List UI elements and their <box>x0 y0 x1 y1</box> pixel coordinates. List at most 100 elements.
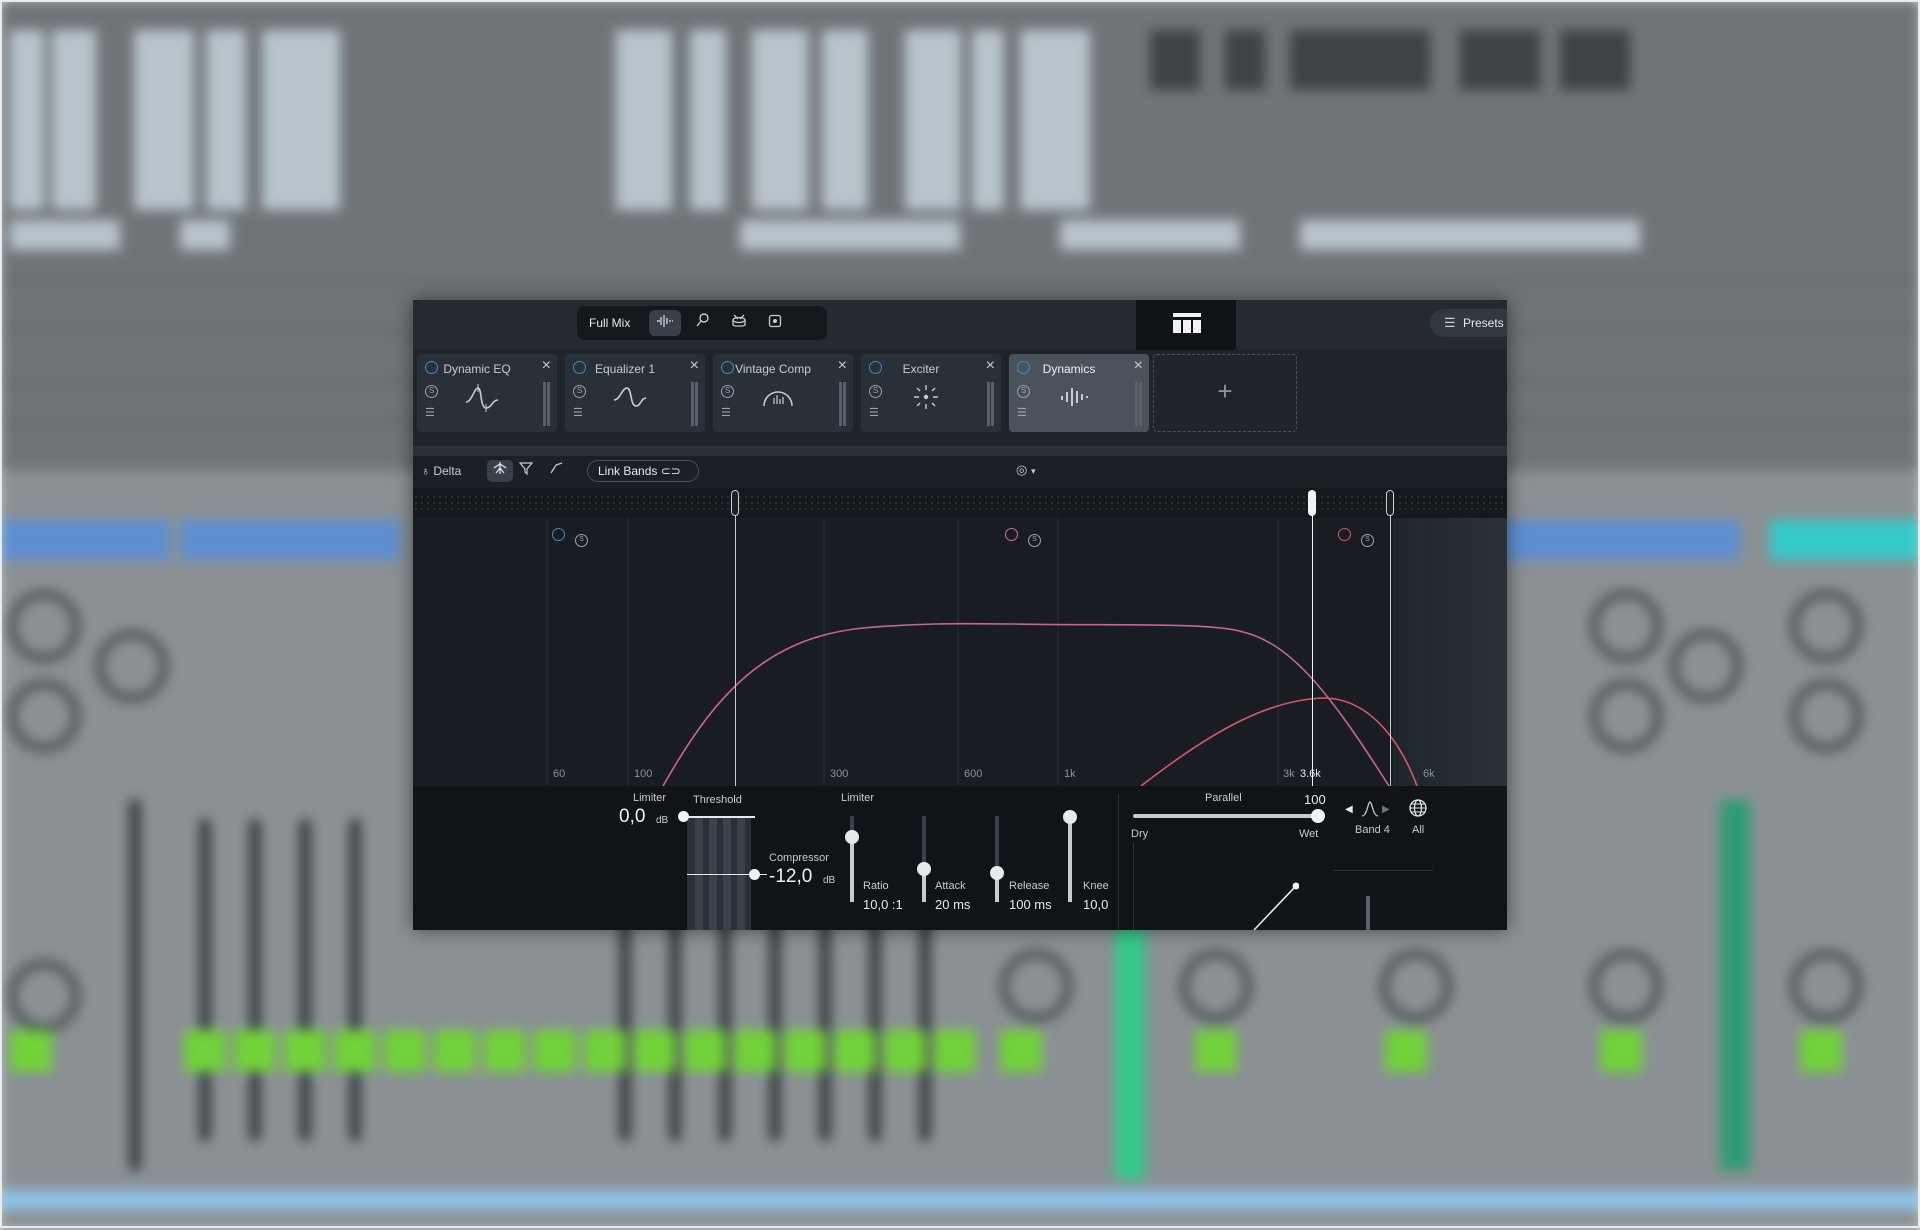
solo-icon[interactable]: S <box>575 534 588 547</box>
close-icon[interactable]: × <box>838 357 847 375</box>
compressor-value[interactable]: -12,0 <box>769 866 812 888</box>
filter-tool-icon <box>518 462 534 476</box>
band-1-controls: S <box>552 528 598 547</box>
vocal-mode-button[interactable] <box>687 310 719 336</box>
wet-label: Wet <box>1299 828 1319 840</box>
parallel-label: Parallel <box>1205 792 1242 804</box>
crossover-handle[interactable] <box>731 490 739 516</box>
ratio-slider[interactable] <box>845 816 859 902</box>
stereo-link-icon: ◎ <box>1016 462 1028 477</box>
draw-tool-button[interactable] <box>513 460 539 482</box>
list-icon[interactable]: ☰ <box>721 407 733 419</box>
limiter-value[interactable]: 0,0 <box>619 806 645 828</box>
freq-label: 60 <box>553 768 566 780</box>
module-dynamics[interactable]: S ☰ Dynamics × <box>1009 354 1149 432</box>
divider <box>413 446 1507 456</box>
dynamics-icon <box>1061 388 1088 406</box>
select-tool-button[interactable] <box>487 460 513 482</box>
limiter-threshold-handle[interactable] <box>678 811 689 822</box>
power-icon[interactable] <box>1338 528 1351 541</box>
list-icon[interactable]: ☰ <box>425 407 437 419</box>
link-bands-label: Link Bands <box>598 464 658 478</box>
list-icon[interactable]: ☰ <box>1017 407 1029 419</box>
delta-label: Delta <box>433 464 462 478</box>
link-icon: ⊂⊃ <box>660 464 681 478</box>
parallel-slider[interactable] <box>1133 809 1325 823</box>
module-view-toggle[interactable] <box>1136 300 1236 350</box>
eq-curve-graph <box>546 518 1419 786</box>
stereo-mode-dropdown[interactable]: ◎ ▾ <box>1016 462 1036 478</box>
band-label: Band 4 <box>1355 824 1390 836</box>
solo-icon[interactable]: S <box>1028 534 1041 547</box>
module-meter <box>1135 382 1143 426</box>
knee-value: 10,0 <box>1083 897 1109 912</box>
panel-divider <box>1118 794 1119 930</box>
module-meter <box>691 382 699 426</box>
crossover-handle[interactable] <box>1386 490 1394 516</box>
meter-divider <box>1333 870 1433 871</box>
freq-label: 1k <box>1064 768 1076 780</box>
next-band-icon[interactable]: ▶ <box>1382 804 1390 815</box>
list-icon[interactable]: ☰ <box>573 407 585 419</box>
module-equalizer-1[interactable]: S ☰ Equalizer 1 × <box>565 354 705 432</box>
instrument-icon <box>768 314 782 328</box>
slope-tool-button[interactable] <box>543 460 569 482</box>
release-slider[interactable] <box>990 816 1004 902</box>
power-icon[interactable] <box>552 528 565 541</box>
close-icon[interactable]: × <box>1134 357 1143 375</box>
ratio-label: Ratio <box>863 880 889 892</box>
globe-icon[interactable] <box>1408 798 1428 818</box>
slope-tool-icon <box>550 462 563 474</box>
module-name: Exciter <box>902 362 940 376</box>
attack-slider[interactable] <box>917 816 931 902</box>
parallel-slider-thumb[interactable] <box>1311 809 1325 823</box>
knee-slider[interactable] <box>1063 810 1077 902</box>
band-curve-red <box>1140 697 1418 786</box>
close-icon[interactable]: × <box>690 357 699 375</box>
previous-band-icon[interactable]: ◀ <box>1345 804 1353 815</box>
crossover-line <box>1390 500 1391 786</box>
freq-label: 300 <box>830 768 849 780</box>
freq-label: 600 <box>964 768 983 780</box>
module-name: Dynamics <box>1042 362 1096 376</box>
release-label: Release <box>1009 880 1050 892</box>
drum-icon <box>732 314 746 327</box>
close-icon[interactable]: × <box>986 357 995 375</box>
solo-icon[interactable]: S <box>869 385 882 398</box>
waveform-mode-button[interactable] <box>649 310 681 336</box>
module-name: Dynamic EQ <box>443 362 511 376</box>
solo-icon[interactable]: S <box>721 385 734 398</box>
delta-button[interactable]: ♁ Delta <box>421 464 461 478</box>
threshold-meter <box>687 816 751 930</box>
ear-icon: ♁ <box>421 464 430 478</box>
solo-icon[interactable]: S <box>573 385 586 398</box>
limiter-label: Limiter <box>633 792 667 804</box>
list-icon[interactable]: ☰ <box>869 407 881 419</box>
plugin-topbar: Full Mix ☰ Presets <box>413 300 1507 350</box>
chevron-down-icon: ▾ <box>1030 466 1036 476</box>
drums-mode-button[interactable] <box>723 310 755 336</box>
crossover-bar <box>413 488 1507 518</box>
freq-label: 3k <box>1283 768 1295 780</box>
solo-icon[interactable]: S <box>1017 385 1030 398</box>
eq-display: S S S 60 100 300 600 1k 3k 3.6k 6k <box>413 518 1507 786</box>
microphone-icon <box>696 313 709 327</box>
instrument-mode-button[interactable] <box>759 310 791 336</box>
presets-button[interactable]: ☰ Presets <box>1430 309 1507 337</box>
module-vintage-comp[interactable]: S ☰ Vintage Comp × <box>713 354 853 432</box>
power-icon[interactable] <box>1005 528 1018 541</box>
solo-icon[interactable]: S <box>1361 534 1374 547</box>
compressor-threshold-handle[interactable] <box>749 869 760 880</box>
module-exciter[interactable]: S ☰ Exciter × <box>861 354 1001 432</box>
solo-icon[interactable]: S <box>425 385 438 398</box>
link-bands-button[interactable]: Link Bands ⊂⊃ <box>587 460 699 482</box>
knee-label: Knee <box>1083 880 1109 892</box>
limiter-section-label: Limiter <box>841 792 875 804</box>
threshold-label: Threshold <box>693 794 742 806</box>
close-icon[interactable]: × <box>542 357 551 375</box>
add-module-button[interactable]: + <box>1153 354 1297 432</box>
module-dynamic-eq[interactable]: S ☰ Dynamic EQ × <box>417 354 557 432</box>
crossover-handle-selected[interactable] <box>1308 490 1316 516</box>
vintage-comp-icon <box>763 391 793 407</box>
parallel-value: 100 <box>1304 792 1326 807</box>
